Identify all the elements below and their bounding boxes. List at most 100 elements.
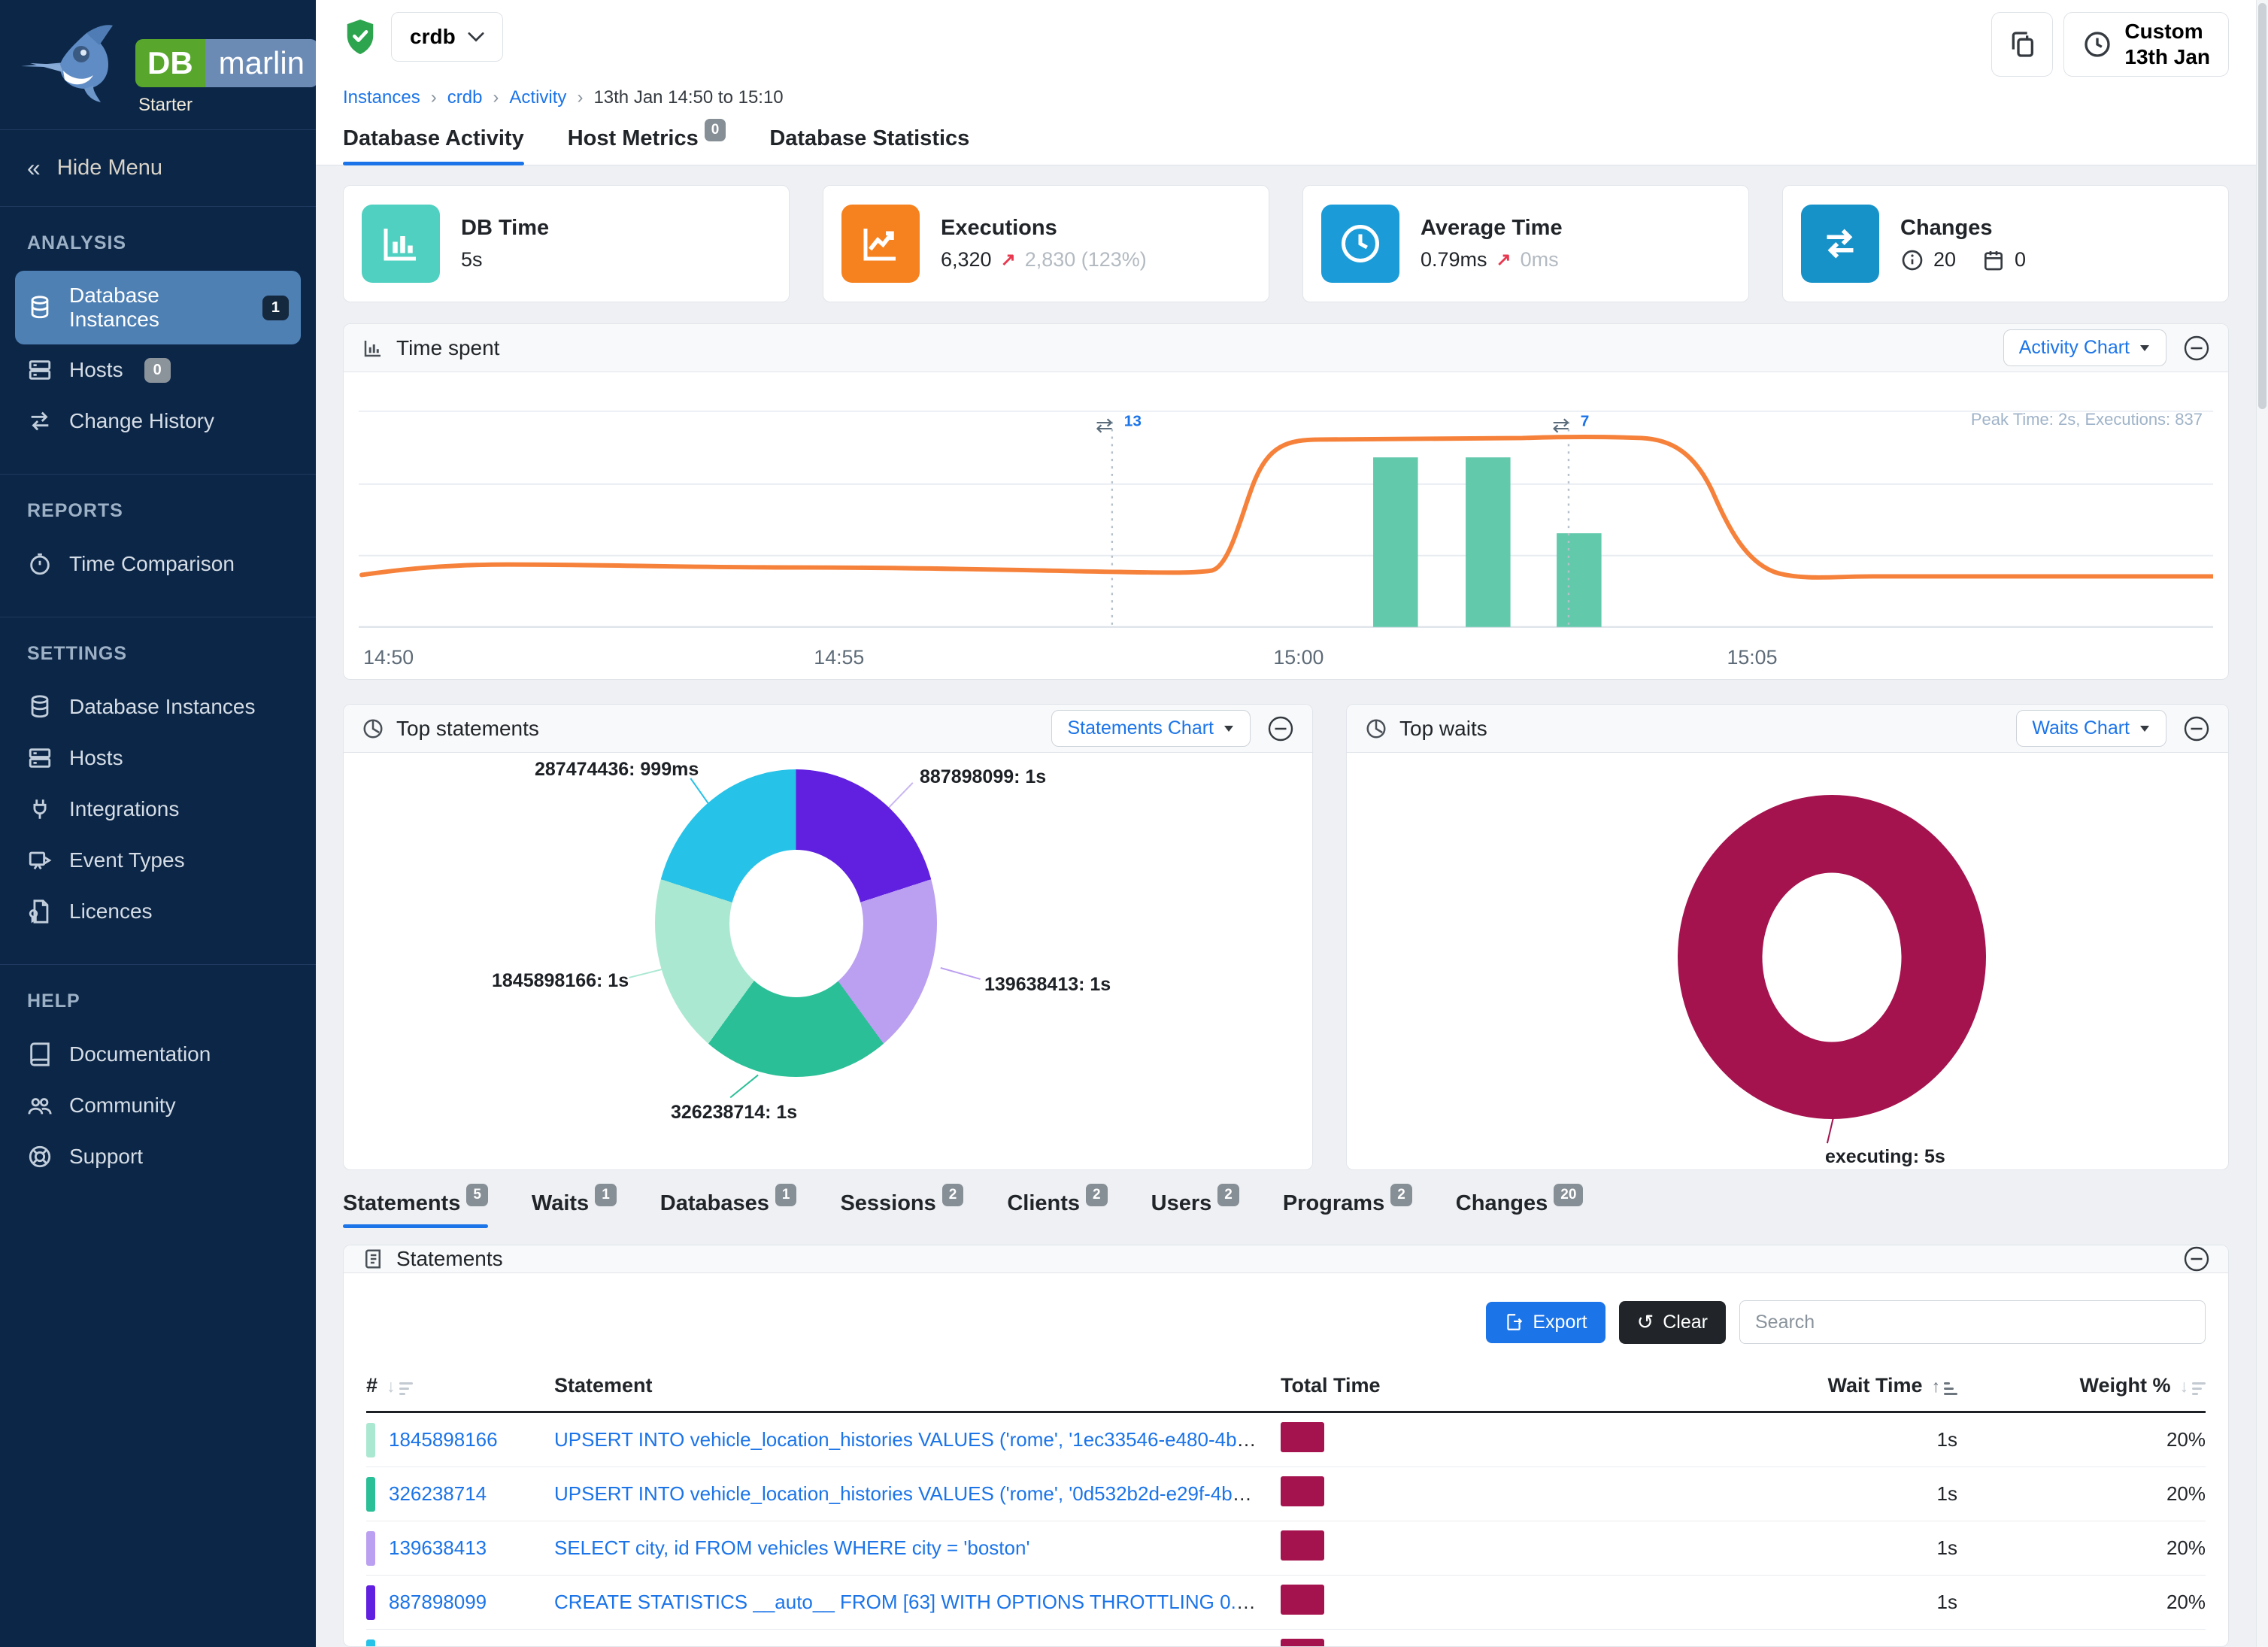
main-content: crdb Custom 13th Jan — [316, 0, 2256, 1647]
tab-clients[interactable]: Clients2 — [1007, 1191, 1107, 1228]
swap-arrows-icon — [1801, 205, 1879, 283]
collapse-panel-icon[interactable] — [2183, 1245, 2210, 1272]
statement-id-link[interactable]: 139638413 — [389, 1536, 487, 1560]
tab-sessions[interactable]: Sessions2 — [840, 1191, 963, 1228]
logo-db: DB — [135, 39, 205, 87]
tab-databases[interactable]: Databases1 — [660, 1191, 797, 1228]
metric-cards: DB Time 5s Executions 6,320 ↗ 2,830 (123… — [343, 185, 2229, 302]
statements-chart-selector[interactable]: Statements Chart — [1051, 710, 1251, 747]
collapse-icon: « — [27, 154, 41, 182]
tab-badge: 2 — [1390, 1184, 1412, 1206]
tab-users[interactable]: Users2 — [1151, 1191, 1239, 1228]
sidebar-item-community[interactable]: Community — [0, 1080, 316, 1131]
column-wait-time[interactable]: Wait Time — [1642, 1374, 1957, 1397]
tab-database-statistics[interactable]: Database Statistics — [769, 126, 969, 165]
scrollbar-thumb[interactable] — [2258, 3, 2266, 409]
collapse-panel-icon[interactable] — [2183, 335, 2210, 362]
statement-sql-link[interactable]: SELECT city, id FROM vehicles WHERE city… — [554, 1536, 1029, 1559]
card-title: DB Time — [461, 216, 549, 241]
statement-id-link[interactable]: 887898099 — [389, 1591, 487, 1614]
export-label: Export — [1533, 1312, 1587, 1333]
copy-link-button[interactable] — [1991, 12, 2053, 77]
activity-chart-selector[interactable]: Activity Chart — [2003, 329, 2166, 366]
change-marker-icon[interactable]: ⇄ — [1552, 414, 1569, 437]
sidebar-item-database-instances[interactable]: Database Instances 1 — [15, 271, 301, 344]
collapse-panel-icon[interactable] — [1267, 715, 1294, 742]
time-range-mode: Custom — [2124, 20, 2203, 43]
weight-value: 20% — [1957, 1428, 2206, 1451]
statement-sql-link[interactable]: CREATE STATISTICS __auto__ FROM [63] WIT… — [554, 1591, 1281, 1613]
sidebar-item-settings-database-instances[interactable]: Database Instances — [0, 681, 316, 733]
change-marker-icon[interactable]: ⇄ — [1096, 414, 1113, 437]
table-row: 139638413 SELECT city, id FROM vehicles … — [366, 1521, 2206, 1576]
breadcrumb-activity[interactable]: Activity — [509, 87, 566, 108]
tab-waits[interactable]: Waits1 — [532, 1191, 617, 1228]
card-title: Average Time — [1421, 216, 1563, 241]
line-chart-icon — [841, 205, 920, 283]
info-icon — [1900, 248, 1924, 272]
breadcrumb-crdb[interactable]: crdb — [447, 87, 483, 108]
total-time-bar — [1281, 1639, 1324, 1647]
page-scrollbar[interactable] — [2256, 0, 2268, 1647]
sidebar-item-settings-hosts[interactable]: Hosts — [0, 733, 316, 784]
sidebar-item-documentation[interactable]: Documentation — [0, 1029, 316, 1080]
statement-id-link[interactable]: 326238714 — [389, 1482, 487, 1506]
topbar: crdb Custom 13th Jan — [316, 0, 2256, 165]
marlin-logo-icon — [15, 20, 128, 110]
breadcrumb-current: 13th Jan 14:50 to 15:10 — [593, 87, 783, 108]
sidebar-item-integrations[interactable]: Integrations — [0, 784, 316, 835]
section-analysis: ANALYSIS — [0, 232, 316, 254]
panel-title: Statements — [396, 1247, 503, 1271]
statement-color-chip — [366, 1477, 375, 1512]
section-reports: REPORTS — [0, 500, 316, 522]
sidebar-item-label: Time Comparison — [69, 552, 235, 576]
hide-menu-button[interactable]: « Hide Menu — [0, 129, 316, 207]
statement-sql-link[interactable]: UPSERT INTO vehicle_location_histories V… — [554, 1428, 1281, 1451]
sidebar-item-support[interactable]: Support — [0, 1131, 316, 1182]
statement-sql-link[interactable]: UPSERT INTO vehicle_location_histories V… — [554, 1482, 1281, 1505]
sidebar-item-time-comparison[interactable]: Time Comparison — [0, 538, 316, 590]
sidebar-item-change-history[interactable]: Change History — [0, 396, 316, 447]
donut-label: 887898099: 1s — [920, 766, 1046, 788]
export-button[interactable]: Export — [1486, 1302, 1605, 1343]
statement-id-link[interactable]: 1845898166 — [389, 1428, 498, 1451]
tab-programs[interactable]: Programs2 — [1283, 1191, 1412, 1228]
search-input[interactable] — [1739, 1300, 2206, 1344]
sidebar-item-hosts[interactable]: Hosts 0 — [0, 344, 316, 396]
waits-chart-selector[interactable]: Waits Chart — [2016, 710, 2166, 747]
plug-icon — [27, 796, 53, 822]
breadcrumb: Instances › crdb › Activity › 13th Jan 1… — [343, 87, 2229, 108]
statements-donut[interactable] — [655, 769, 937, 1077]
card-average-time: Average Time 0.79ms ↗ 0ms — [1302, 185, 1749, 302]
tab-changes[interactable]: Changes20 — [1456, 1191, 1584, 1228]
sidebar-item-label: Database Instances — [69, 695, 256, 719]
breadcrumb-instances[interactable]: Instances — [343, 87, 420, 108]
logo-edition: Starter — [138, 95, 318, 116]
licence-doc-icon — [27, 899, 53, 924]
instance-selector-button[interactable]: crdb — [391, 12, 503, 62]
tab-badge: 20 — [1554, 1184, 1583, 1206]
collapse-panel-icon[interactable] — [2183, 715, 2210, 742]
tab-statements[interactable]: Statements5 — [343, 1191, 488, 1228]
column-total-time[interactable]: Total Time — [1281, 1374, 1642, 1397]
tab-database-activity[interactable]: Database Activity — [343, 126, 524, 165]
top-statements-panel: Top statements Statements Chart — [343, 704, 1313, 1170]
chart-selector-label: Waits Chart — [2032, 717, 2130, 739]
column-id[interactable]: # — [366, 1374, 554, 1397]
app-root: DB marlin Starter « Hide Menu ANALYSIS D… — [0, 0, 2268, 1647]
total-time-bar — [1281, 1585, 1324, 1615]
time-range-button[interactable]: Custom 13th Jan — [2063, 12, 2229, 77]
tab-host-metrics[interactable]: Host Metrics 0 — [568, 126, 726, 165]
column-statement[interactable]: Statement — [554, 1374, 1281, 1397]
waits-donut[interactable] — [1678, 795, 1986, 1119]
clear-button[interactable]: ↺ Clear — [1619, 1301, 1726, 1344]
sidebar-item-event-types[interactable]: Event Types — [0, 835, 316, 886]
column-weight[interactable]: Weight % — [1957, 1374, 2206, 1397]
time-spent-chart[interactable]: ⇄ 13 ⇄ 7 14:50 14:55 15:00 15:05 — [359, 401, 2213, 678]
sidebar-item-licences[interactable]: Licences — [0, 886, 316, 937]
weight-value: 20% — [1957, 1536, 2206, 1560]
sort-icon — [1932, 1374, 1958, 1397]
logo-marlin: marlin — [205, 39, 318, 87]
statement-color-chip — [366, 1423, 375, 1457]
card-value: 6,320 — [941, 248, 992, 271]
